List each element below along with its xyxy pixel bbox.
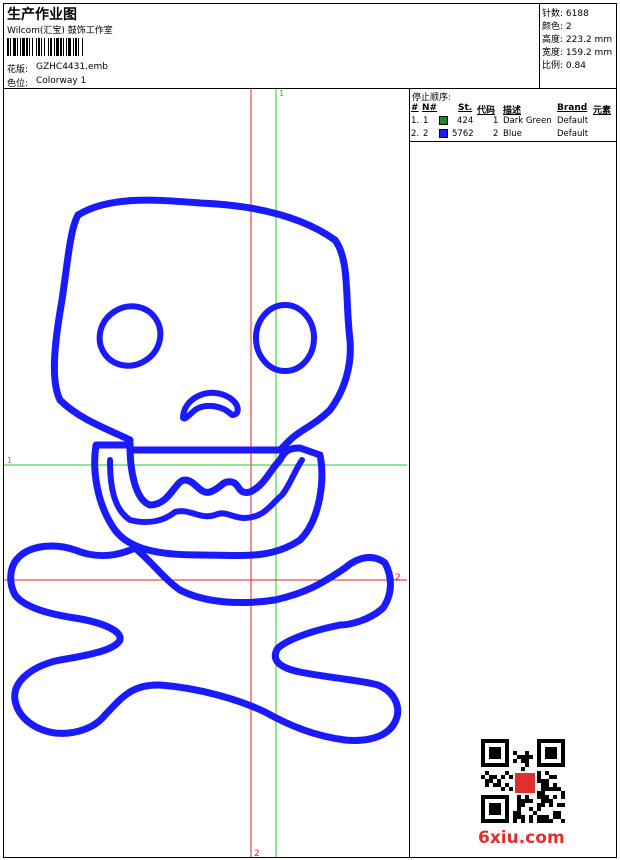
skull-outline bbox=[50, 196, 354, 454]
embroidery-preview: 1 1 2 2 bbox=[4, 89, 407, 859]
label-red-right: 2 bbox=[395, 573, 401, 583]
label-green-left: 1 bbox=[7, 456, 12, 465]
nose bbox=[180, 389, 241, 422]
jaw-outer bbox=[91, 441, 326, 560]
crossbone-a bbox=[7, 542, 402, 744]
right-eye bbox=[253, 302, 317, 374]
left-eye bbox=[96, 303, 164, 369]
qr-code bbox=[481, 739, 565, 823]
label-green-top: 1 bbox=[279, 89, 284, 98]
label-red-bottom: 2 bbox=[254, 849, 260, 859]
watermark-logo: 6xiu.com bbox=[478, 828, 565, 848]
